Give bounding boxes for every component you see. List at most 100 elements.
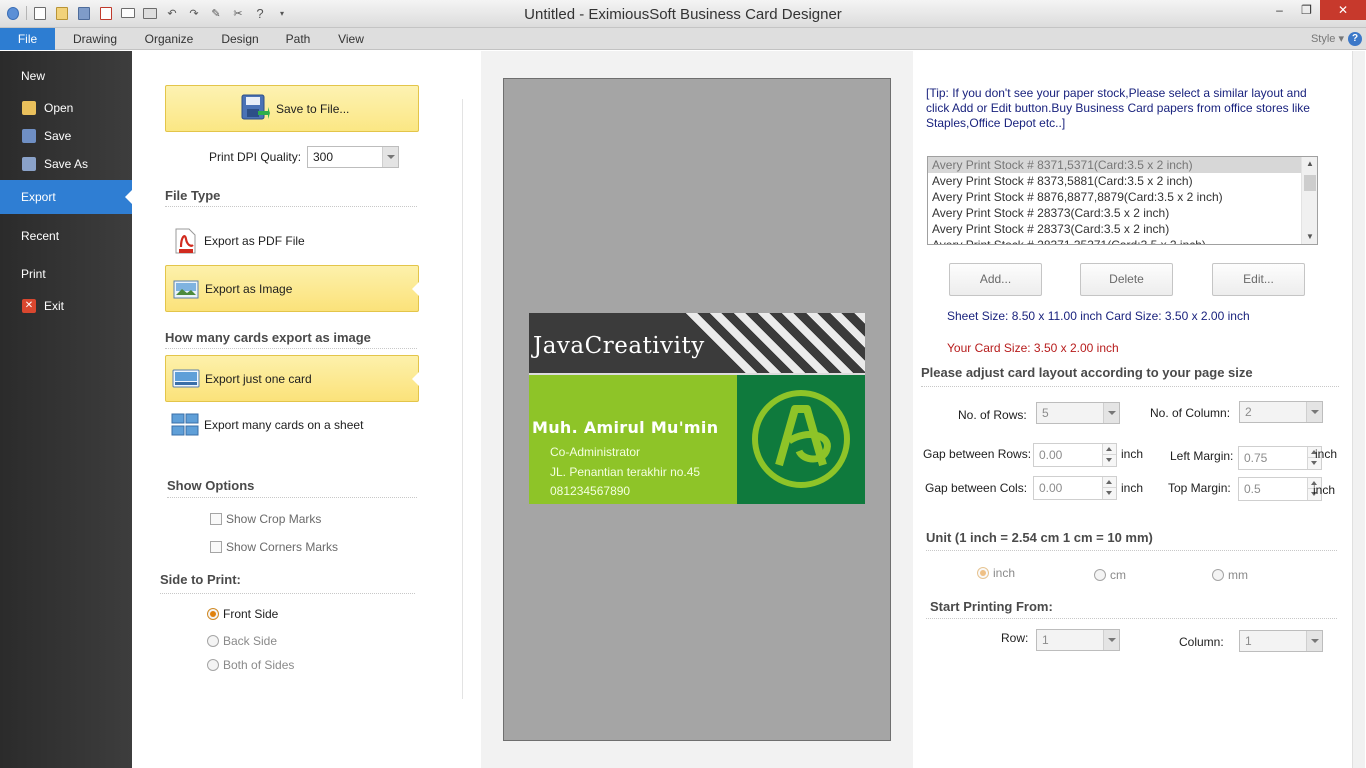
scroll-thumb[interactable] — [1304, 175, 1316, 191]
how-many-title: How many cards export as image — [165, 330, 371, 345]
checkbox-box — [210, 513, 222, 525]
your-card-size-info: Your Card Size: 3.50 x 2.00 inch — [947, 341, 1119, 355]
spin-up-icon[interactable] — [1102, 477, 1116, 488]
tab-path[interactable]: Path — [280, 28, 316, 50]
file-type-title: File Type — [165, 188, 221, 203]
ribbon-tabs: File Drawing Organize Design Path View S… — [0, 28, 1366, 50]
nav-open-label: Open — [44, 101, 74, 115]
stock-item[interactable]: Avery Print Stock # 8876,8877,8879(Card:… — [928, 189, 1317, 205]
help-button[interactable]: ? — [1348, 32, 1362, 46]
front-side-radio[interactable]: Front Side — [207, 607, 278, 621]
gap-rows-label: Gap between Rows: — [923, 447, 1032, 461]
nav-export[interactable]: Export — [0, 180, 132, 214]
list-scrollbar[interactable]: ▲ ▼ — [1301, 157, 1317, 244]
rows-select[interactable]: 5 — [1036, 402, 1120, 424]
nav-save[interactable]: Save — [0, 123, 132, 149]
stock-item[interactable]: Avery Print Stock # 8373,5881(Card:3.5 x… — [928, 173, 1317, 189]
dpi-select[interactable]: 300 — [307, 146, 399, 168]
radio-dot — [207, 659, 219, 671]
export-one-card-option[interactable]: Export just one card — [165, 355, 419, 402]
close-button[interactable]: ✕ — [1320, 0, 1366, 20]
nav-print[interactable]: Print — [0, 261, 132, 287]
restore-button[interactable]: ❐ — [1293, 0, 1320, 20]
chevron-down-icon — [1306, 402, 1322, 422]
both-sides-label: Both of Sides — [223, 658, 295, 672]
start-row-select[interactable]: 1 — [1036, 629, 1120, 651]
nav-save-as[interactable]: Save As — [0, 151, 132, 177]
top-margin-spinner[interactable]: 0.5 — [1238, 477, 1322, 501]
nav-exit[interactable]: ✕ Exit — [0, 293, 132, 319]
nav-open[interactable]: Open — [0, 95, 132, 121]
save-to-file-button[interactable]: Save to File... — [165, 85, 419, 132]
start-column-select[interactable]: 1 — [1239, 630, 1323, 652]
spin-down-icon[interactable] — [1102, 455, 1116, 466]
stock-item[interactable]: Avery Print Stock # 28373(Card:3.5 x 2 i… — [928, 205, 1317, 221]
backstage-nav: New Open Save Save As Export Recent Prin… — [0, 51, 132, 768]
top-margin-value: 0.5 — [1244, 482, 1261, 496]
nav-new[interactable]: New — [0, 63, 132, 89]
unit-title: Unit (1 inch = 2.54 cm 1 cm = 10 mm) — [926, 530, 1153, 545]
unit-cm-label: cm — [1110, 568, 1126, 582]
card-stripes — [685, 313, 865, 373]
delete-stock-button[interactable]: Delete — [1080, 263, 1173, 296]
chevron-down-icon — [382, 147, 398, 167]
both-sides-radio[interactable]: Both of Sides — [207, 658, 294, 672]
nav-save-as-label: Save As — [44, 157, 89, 171]
show-crop-marks-checkbox[interactable]: Show Crop Marks — [210, 512, 321, 526]
spin-up-icon[interactable] — [1102, 444, 1116, 455]
minimize-button[interactable]: – — [1266, 0, 1293, 20]
save-as-icon — [22, 157, 36, 171]
nav-recent-label: Recent — [21, 229, 60, 243]
left-margin-spinner[interactable]: 0.75 — [1238, 446, 1322, 470]
scroll-up-icon[interactable]: ▲ — [1302, 157, 1317, 171]
export-many-cards-label: Export many cards on a sheet — [204, 418, 364, 432]
tab-organize[interactable]: Organize — [138, 28, 200, 50]
section-divider — [165, 348, 417, 349]
top-margin-unit: inch — [1313, 483, 1336, 497]
window-title: Untitled - EximiousSoft Business Card De… — [524, 6, 842, 23]
card-address: JL. Penantian terakhir no.45 — [550, 465, 701, 479]
style-menu[interactable]: Style ▾ — [1311, 32, 1344, 45]
side-to-print-title: Side to Print: — [160, 572, 241, 587]
stock-item[interactable]: Avery Print Stock # 28373(Card:3.5 x 2 i… — [928, 221, 1317, 237]
unit-mm-radio[interactable]: mm — [1212, 568, 1248, 582]
section-divider — [165, 206, 417, 207]
nav-save-label: Save — [44, 129, 72, 143]
columns-select[interactable]: 2 — [1239, 401, 1323, 423]
chevron-down-icon — [1103, 630, 1119, 650]
multiple-cards-icon — [171, 413, 199, 436]
show-options-title: Show Options — [167, 478, 255, 493]
stock-item[interactable]: Avery Print Stock # 8371,5371(Card:3.5 x… — [928, 157, 1317, 173]
stock-item[interactable]: Avery Print Stock # 28371,35371(Card:3.5… — [928, 237, 1317, 244]
business-card-preview: JavaCreativity Muh. Amirul Mu'min Co-Adm… — [529, 313, 865, 504]
image-file-icon — [173, 280, 199, 299]
export-image-option[interactable]: Export as Image — [165, 265, 419, 312]
tab-view[interactable]: View — [330, 28, 372, 50]
tab-design[interactable]: Design — [212, 28, 268, 50]
scroll-down-icon[interactable]: ▼ — [1302, 230, 1317, 244]
nav-recent[interactable]: Recent — [0, 223, 132, 249]
show-crop-marks-label: Show Crop Marks — [226, 512, 322, 526]
export-many-cards-option[interactable]: Export many cards on a sheet — [165, 402, 419, 449]
edit-stock-button[interactable]: Edit... — [1212, 263, 1305, 296]
exit-icon: ✕ — [22, 299, 36, 313]
paper-stock-list[interactable]: Avery Print Stock # 8371,5371(Card:3.5 x… — [927, 156, 1318, 245]
export-pdf-option[interactable]: Export as PDF File — [165, 218, 419, 265]
gap-cols-spinner[interactable]: 0.00 — [1033, 476, 1117, 500]
back-side-label: Back Side — [223, 634, 278, 648]
unit-cm-radio[interactable]: cm — [1094, 568, 1126, 582]
single-card-icon — [172, 369, 200, 388]
card-person-name: Muh. Amirul Mu'min — [532, 418, 719, 437]
tab-file[interactable]: File — [0, 28, 55, 50]
unit-inch-radio[interactable]: inch — [977, 566, 1015, 580]
tab-drawing[interactable]: Drawing — [64, 28, 126, 50]
pdf-file-icon — [175, 228, 196, 254]
section-divider — [167, 497, 417, 498]
back-side-radio[interactable]: Back Side — [207, 634, 277, 648]
show-corners-marks-checkbox[interactable]: Show Corners Marks — [210, 540, 338, 554]
gap-rows-spinner[interactable]: 0.00 — [1033, 443, 1117, 467]
tip-text: [Tip: If you don't see your paper stock,… — [926, 86, 1310, 130]
panel-scrollbar[interactable] — [1352, 51, 1365, 768]
add-stock-button[interactable]: Add... — [949, 263, 1042, 296]
spin-down-icon[interactable] — [1102, 488, 1116, 499]
